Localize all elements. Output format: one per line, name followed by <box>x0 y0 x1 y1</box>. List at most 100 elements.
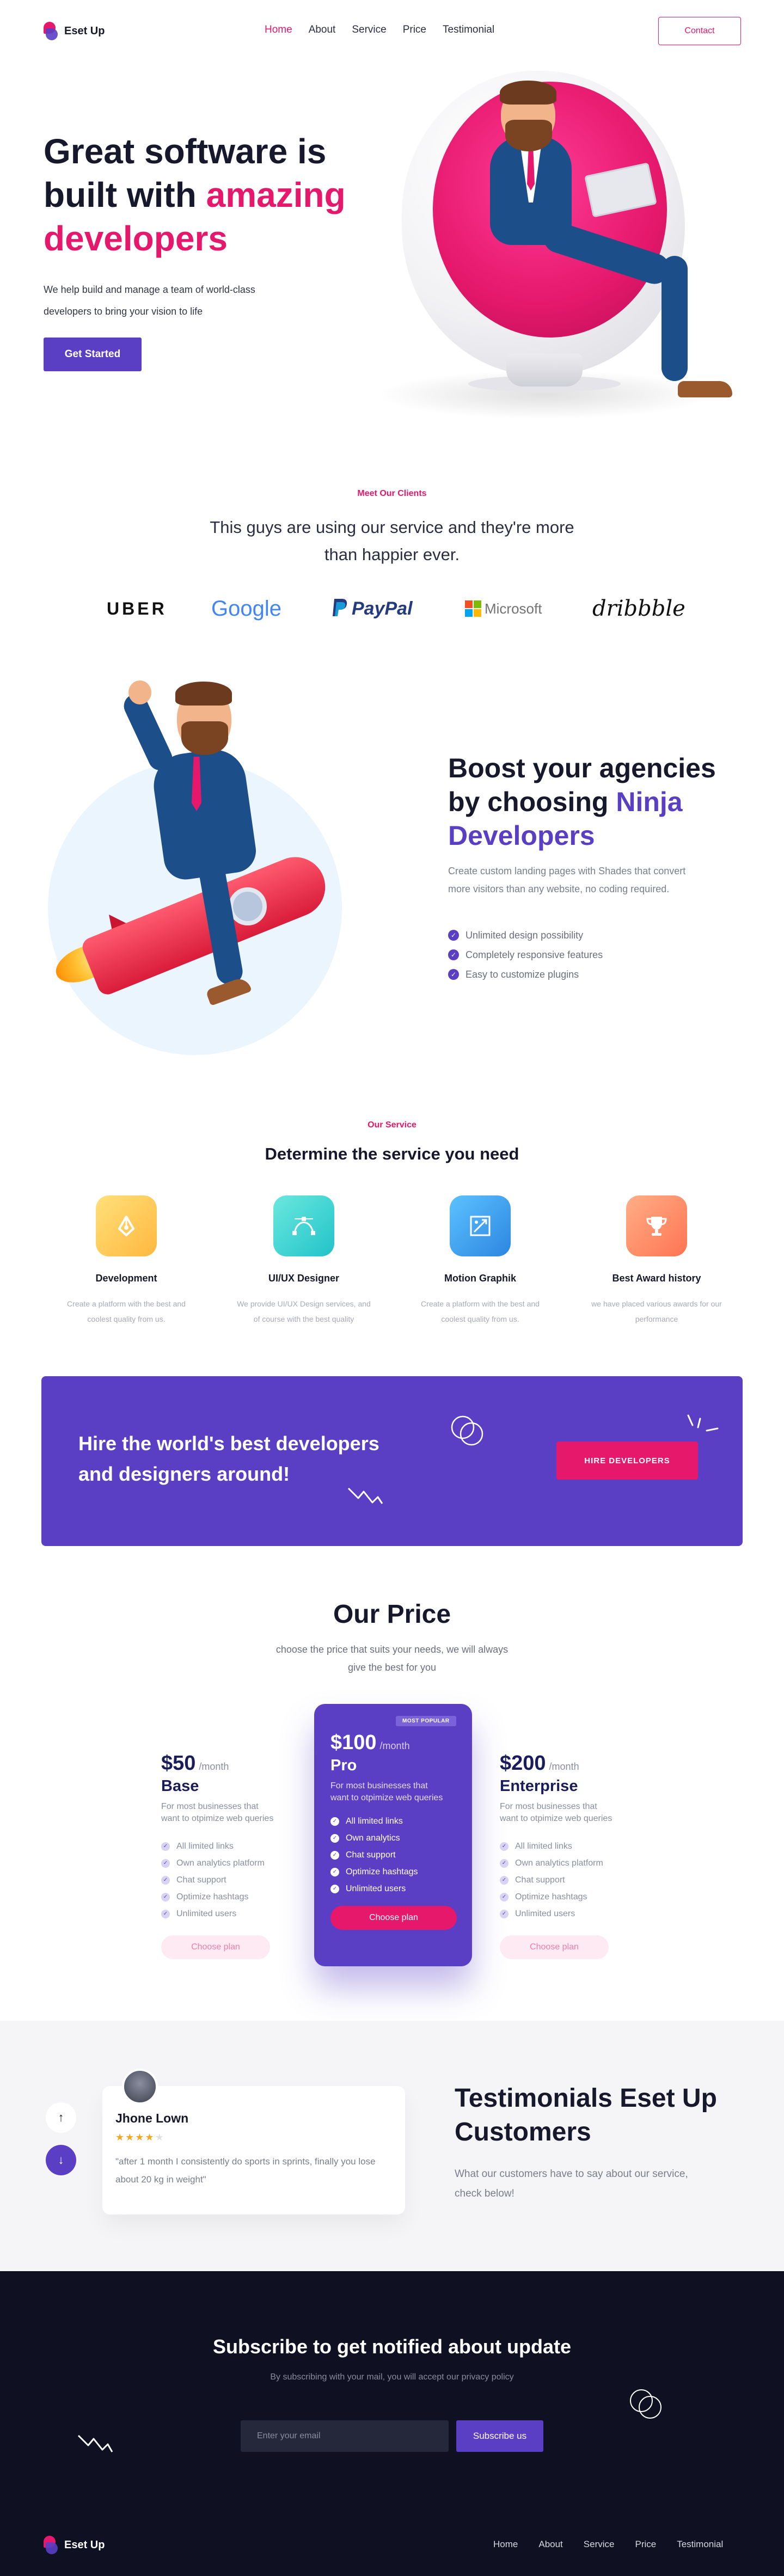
plan-description: For most businesses that want to otpimiz… <box>330 1781 443 1802</box>
plan-feature: ✓ Own analytics platform <box>500 1855 614 1872</box>
plan-feature: ✓ Optimize hashtags <box>500 1888 614 1905</box>
email-input[interactable]: Enter your email <box>241 2420 449 2452</box>
plan-feature-label: Unlimited users <box>346 1884 406 1893</box>
subscribe-description: By subscribing with your mail, you will … <box>270 2372 514 2382</box>
pricing-title: Our Price <box>333 1600 451 1629</box>
previous-testimonial-button[interactable]: ↑ <box>46 2102 76 2133</box>
nav-item-about[interactable]: About <box>309 24 336 36</box>
hero-title-line3: developers <box>44 219 228 258</box>
brand-logo[interactable]: Eset Up <box>44 22 105 40</box>
contact-button[interactable]: Contact <box>658 17 741 45</box>
testimonial-card: Jhone Lown ★★★★★ "after 1 month I consis… <box>102 2069 405 2215</box>
footer-brand-name: Eset Up <box>64 2538 105 2551</box>
boost-feature-label: Easy to customize plugins <box>465 968 579 980</box>
clients-title: This guys are using our service and they… <box>210 518 574 564</box>
pricing-subtitle: choose the price that suits your needs, … <box>275 1644 509 1673</box>
testimonial-quote: "after 1 month I consistently do sports … <box>115 2156 376 2185</box>
choose-plan-base-button[interactable]: Choose plan <box>161 1935 270 1959</box>
star-icon: ★ <box>135 2132 145 2143</box>
footer-brand-logo[interactable]: Eset Up <box>44 2536 105 2554</box>
footer-item-price[interactable]: Price <box>635 2539 656 2550</box>
google-logo: Google <box>211 596 281 621</box>
next-testimonial-button[interactable]: ↓ <box>46 2145 76 2175</box>
check-icon: ✓ <box>500 1859 509 1868</box>
check-icon: ✓ <box>161 1892 170 1902</box>
client-logo-dribbble: dribbble <box>592 596 685 622</box>
plan-feature: ✓ Optimize hashtags <box>330 1863 457 1880</box>
check-icon: ✓ <box>448 930 459 941</box>
nav-item-testimonial[interactable]: Testimonial <box>443 24 494 36</box>
plan-price-period: /month <box>379 1740 410 1751</box>
client-logo-google: Google <box>211 596 281 622</box>
plan-feature-label: Optimize hashtags <box>176 1892 249 1902</box>
motion-frame-icon <box>450 1195 511 1256</box>
plan-name: Enterprise <box>500 1777 578 1795</box>
plan-feature: ✓ Unlimited users <box>500 1905 614 1922</box>
zigzag-decoration-icon <box>347 1487 383 1504</box>
plan-feature-label: Unlimited users <box>515 1909 575 1918</box>
plan-description: For most businesses that want to otpimiz… <box>500 1802 612 1823</box>
rings-decoration-icon <box>451 1415 483 1446</box>
service-card-award[interactable]: Best Award history we have placed variou… <box>586 1195 727 1327</box>
check-icon: ✓ <box>448 949 459 960</box>
hero-title: Great software is built with amazing dev… <box>44 130 392 260</box>
plan-feature: ✓ Chat support <box>330 1847 457 1863</box>
choose-plan-enterprise-button[interactable]: Choose plan <box>500 1935 609 1959</box>
boost-feature-label: Completely responsive features <box>465 949 603 960</box>
service-description: Create a platform with the best and cool… <box>421 1299 540 1323</box>
service-description: Create a platform with the best and cool… <box>67 1299 186 1323</box>
avatar <box>122 2069 158 2105</box>
arrow-down-icon: ↓ <box>58 2153 64 2167</box>
service-card-uiux[interactable]: UI/UX Designer We provide UI/UX Design s… <box>233 1195 375 1327</box>
nav-item-home[interactable]: Home <box>265 24 292 36</box>
plan-price: $200/month <box>500 1752 614 1775</box>
check-icon: ✓ <box>161 1859 170 1868</box>
star-icon: ★ <box>115 2132 126 2143</box>
plan-feature: ✓ Own analytics platform <box>161 1855 275 1872</box>
service-title: Determine the service you need <box>265 1144 519 1163</box>
testimonials-title: Testimonials Eset Up Customers <box>455 2084 717 2146</box>
nav-item-service[interactable]: Service <box>352 24 386 36</box>
plan-name: Base <box>161 1777 199 1795</box>
footer-item-about[interactable]: About <box>538 2539 562 2550</box>
plan-features: ✓ All limited links ✓ Own analytics platfo… <box>500 1838 614 1922</box>
plan-feature: ✓ Optimize hashtags <box>161 1888 275 1905</box>
clients-eyebrow: Meet Our Clients <box>357 489 427 498</box>
subscribe-button[interactable]: Subscribe us <box>456 2420 543 2452</box>
service-card-motion[interactable]: Motion Graphik Create a platform with th… <box>409 1195 551 1327</box>
get-started-button[interactable]: Get Started <box>44 338 142 371</box>
plan-description: For most businesses that want to otpimiz… <box>161 1802 274 1823</box>
client-logo-paypal: PayPal <box>330 596 413 622</box>
sparkle-decoration-icon <box>687 1414 719 1432</box>
check-icon: ✓ <box>330 1867 339 1876</box>
star-rating: ★★★★★ <box>115 2132 165 2143</box>
plan-feature: ✓ All limited links <box>330 1813 457 1830</box>
choose-plan-pro-button[interactable]: Choose plan <box>330 1906 457 1930</box>
hero-title-line1: Great software is <box>44 132 327 171</box>
plan-feature-label: Own analytics <box>346 1833 400 1843</box>
plan-feature: ✓ All limited links <box>500 1838 614 1855</box>
footer-menu: Home About Service Price Testimonial <box>493 2539 723 2550</box>
top-navbar: Eset Up Home About Service Price Testimo… <box>0 0 784 60</box>
plan-feature: ✓ Chat support <box>500 1872 614 1888</box>
footer-item-service[interactable]: Service <box>584 2539 615 2550</box>
service-card-development[interactable]: Development Create a platform with the b… <box>56 1195 197 1327</box>
boost-feature: ✓ Easy to customize plugins <box>448 965 603 984</box>
plan-price-period: /month <box>549 1761 579 1772</box>
pen-tool-icon <box>96 1195 157 1256</box>
plan-card-enterprise: $200/month Enterprise For most businesse… <box>500 1752 614 1959</box>
plan-feature-label: Optimize hashtags <box>346 1867 418 1876</box>
check-icon: ✓ <box>161 1909 170 1918</box>
logo-mark-icon <box>44 2536 58 2554</box>
testimonials-description: What our customers have to say about our… <box>455 2168 688 2199</box>
footer-item-home[interactable]: Home <box>493 2539 518 2550</box>
plan-price-amount: $200 <box>500 1752 546 1775</box>
nav-item-price[interactable]: Price <box>403 24 426 36</box>
trophy-icon <box>626 1195 687 1256</box>
hire-developers-button[interactable]: HIRE DEVELOPERS <box>556 1442 698 1480</box>
service-eyebrow: Our Service <box>367 1120 416 1130</box>
service-name: Development <box>95 1273 157 1284</box>
zigzag-decoration-icon <box>77 2434 113 2452</box>
most-popular-badge: MOST POPULAR <box>396 1716 456 1726</box>
footer-item-testimonial[interactable]: Testimonial <box>677 2539 723 2550</box>
